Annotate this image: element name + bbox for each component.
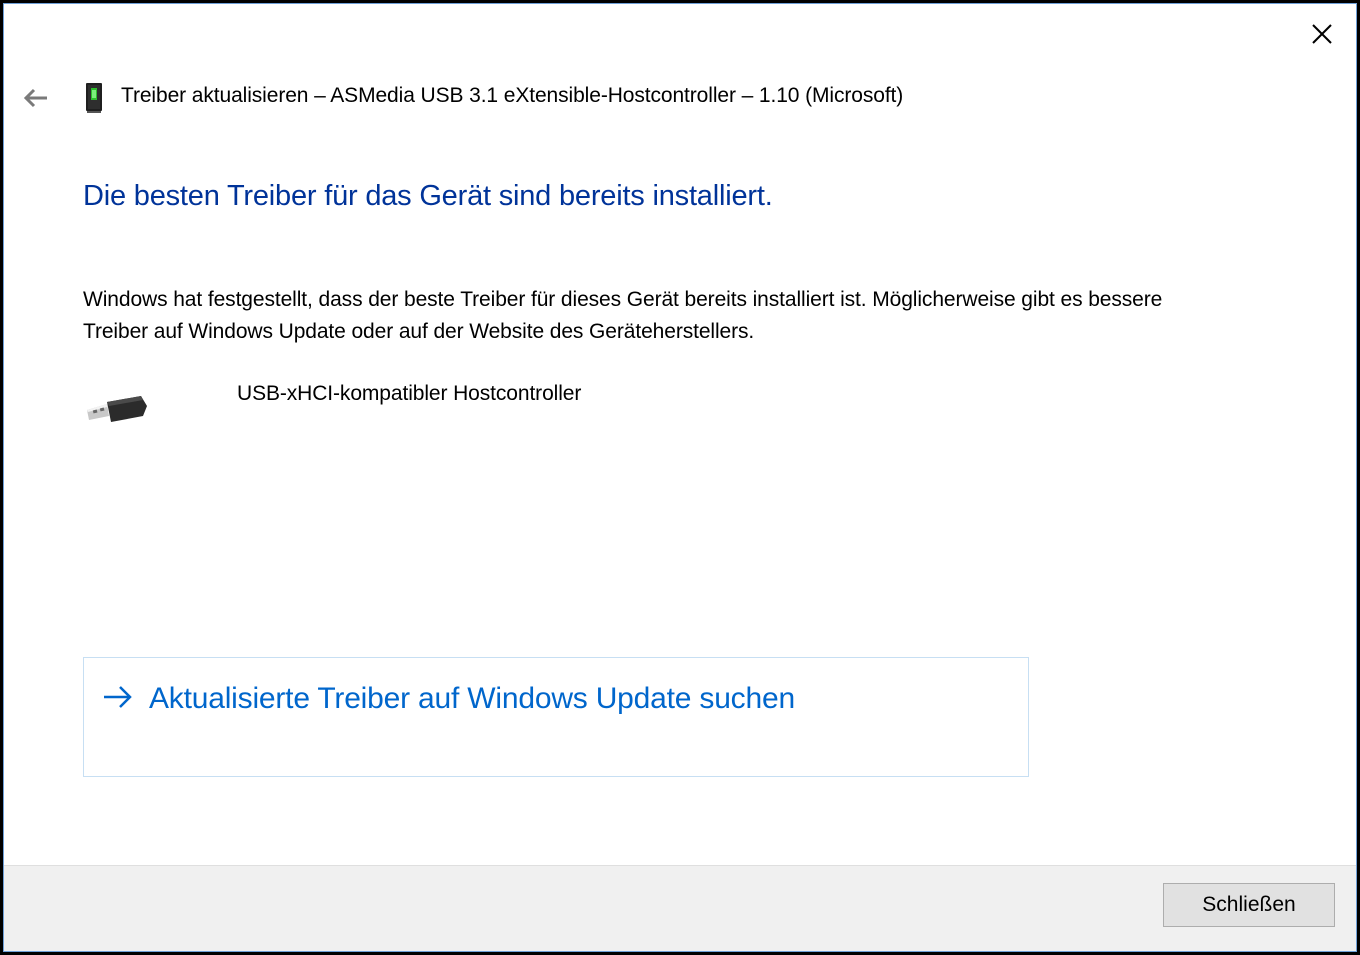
- back-arrow-icon[interactable]: [23, 88, 49, 108]
- description-text: Windows hat festgestellt, dass der beste…: [83, 288, 1163, 343]
- close-icon[interactable]: [1311, 23, 1333, 45]
- device-icon: [86, 83, 102, 113]
- search-windows-update-link[interactable]: Aktualisierte Treiber auf Windows Update…: [83, 657, 1029, 777]
- search-windows-update-label[interactable]: Aktualisierte Treiber auf Windows Update…: [149, 682, 795, 716]
- right-arrow-icon: [104, 686, 132, 708]
- update-driver-dialog: Treiber aktualisieren – ASMedia USB 3.1 …: [3, 3, 1357, 952]
- page-heading: Die besten Treiber für das Gerät sind be…: [83, 180, 773, 212]
- window-title: Treiber aktualisieren – ASMedia USB 3.1 …: [121, 84, 904, 107]
- close-window-button[interactable]: [1302, 14, 1342, 54]
- dialog-footer: Schließen: [4, 865, 1356, 951]
- driver-name: USB-xHCI-kompatibler Hostcontroller: [237, 382, 582, 405]
- back-button[interactable]: [18, 80, 54, 116]
- usb-connector-icon: [87, 396, 147, 422]
- close-button[interactable]: Schließen: [1163, 883, 1335, 927]
